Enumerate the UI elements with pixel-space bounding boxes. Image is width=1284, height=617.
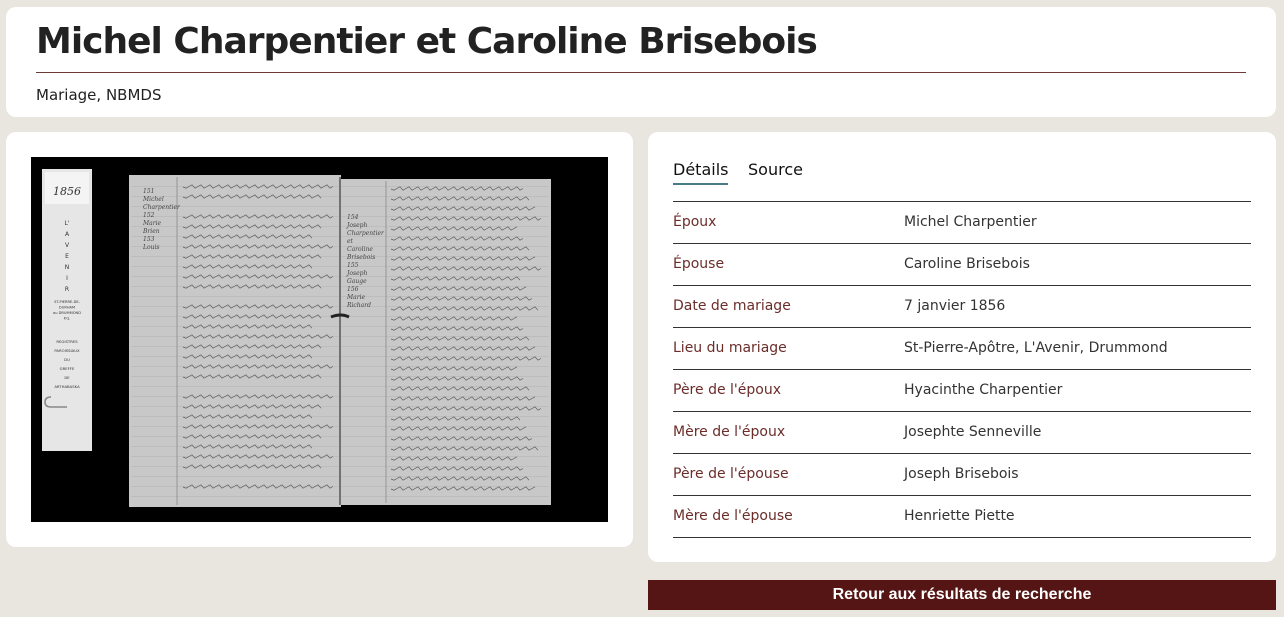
slip-letter: E (65, 253, 69, 260)
register-margin-note: 151 (143, 188, 154, 195)
register-margin-note: Joseph (345, 270, 367, 277)
slip-registres-text: DU (64, 357, 70, 362)
register-margin-note: Brien (142, 228, 160, 235)
page-title: Michel Charpentier et Caroline Brisebois (36, 21, 818, 62)
detail-label: Père de l'époux (673, 382, 781, 398)
detail-row-spouse-bride: Épouse Caroline Brisebois (673, 244, 1251, 286)
back-to-results-button[interactable]: Retour aux résultats de recherche (648, 580, 1276, 610)
slip-parish-text: DURHAM (59, 306, 75, 310)
slip-letter: I (66, 275, 68, 282)
register-margin-note: 155 (347, 262, 359, 269)
detail-label: Lieu du mariage (673, 340, 787, 356)
detail-value: Michel Charpentier (904, 214, 1037, 230)
detail-row-bride-mother: Mère de l'épouse Henriette Piette (673, 496, 1251, 538)
slip-registres-text: ARTHABASKA (54, 384, 80, 389)
detail-row-marriage-place: Lieu du mariage St-Pierre-Apôtre, L'Aven… (673, 328, 1251, 370)
register-margin-note: et (347, 238, 354, 245)
image-card: 1856 L' A V E N I R ST-PIERRE-DE- DURHAM ou DRUM… (6, 132, 633, 547)
tab-source[interactable]: Source (748, 160, 803, 179)
detail-value: Joseph Brisebois (904, 466, 1019, 482)
register-margin-note: Louis (142, 244, 159, 251)
register-margin-note: 153 (143, 236, 155, 243)
register-margin-note: Charpentier (347, 230, 385, 237)
slip-parish-text: ST-PIERRE-DE- (54, 300, 81, 304)
detail-label: Père de l'épouse (673, 466, 789, 482)
detail-row-marriage-date: Date de mariage 7 janvier 1856 (673, 286, 1251, 328)
register-margin-note: 154 (347, 214, 359, 221)
slip-registres-text: PAROISSIAUX (54, 348, 80, 353)
detail-label: Époux (673, 214, 717, 230)
detail-label: Date de mariage (673, 298, 791, 314)
slip-letter: L' (65, 220, 70, 227)
register-margin-note: Marie (142, 220, 162, 227)
detail-value: Hyacinthe Charpentier (904, 382, 1063, 398)
register-margin-note: Richard (346, 302, 371, 309)
detail-value: Caroline Brisebois (904, 256, 1030, 272)
register-margin-note: Marie (346, 294, 366, 301)
record-type-subtitle: Mariage, NBMDS (36, 86, 162, 104)
detail-value: 7 janvier 1856 (904, 298, 1006, 314)
title-divider (36, 72, 1246, 73)
detail-value: Henriette Piette (904, 508, 1015, 524)
slip-year: 1856 (53, 185, 81, 198)
slip-letter: N (65, 264, 70, 271)
header-card: Michel Charpentier et Caroline Brisebois… (6, 7, 1276, 117)
register-margin-note: Brisebois (346, 254, 375, 261)
detail-label: Mère de l'épouse (673, 508, 793, 524)
detail-label: Mère de l'époux (673, 424, 786, 440)
slip-registres-text: DE (64, 375, 70, 380)
details-card: Détails Source Époux Michel Charpentier … (648, 132, 1276, 562)
register-page-image[interactable]: 1856 L'AVENIR ST-PIERRE-DE-DURHAMou DRUM… (31, 157, 608, 522)
detail-value: Josephte Senneville (904, 424, 1042, 440)
tab-details[interactable]: Détails (673, 160, 729, 185)
details-table: Époux Michel Charpentier Épouse Caroline… (673, 201, 1251, 538)
slip-registres-text: REGISTRES (56, 339, 78, 344)
detail-value: St-Pierre-Apôtre, L'Avenir, Drummond (904, 340, 1168, 356)
register-margin-note: Charpentier (143, 204, 181, 211)
slip-letter: R (65, 286, 69, 293)
detail-row-spouse-groom: Époux Michel Charpentier (673, 202, 1251, 244)
slip-parish-text: P.Q. (64, 317, 71, 321)
detail-row-groom-father: Père de l'époux Hyacinthe Charpentier (673, 370, 1251, 412)
register-margin-note: Michel (142, 196, 164, 203)
slip-registres-text: GREFFE (60, 366, 75, 371)
slip-parish-text: ou DRUMMOND (53, 311, 81, 315)
register-margin-note: 152 (143, 212, 155, 219)
register-margin-note: Caroline (347, 246, 373, 253)
detail-row-bride-father: Père de l'épouse Joseph Brisebois (673, 454, 1251, 496)
register-margin-note: 156 (347, 286, 359, 293)
register-margin-note: Joseph (345, 222, 367, 229)
detail-label: Épouse (673, 256, 725, 272)
detail-row-groom-mother: Mère de l'époux Josephte Senneville (673, 412, 1251, 454)
register-margin-note: Gauge (347, 278, 367, 285)
